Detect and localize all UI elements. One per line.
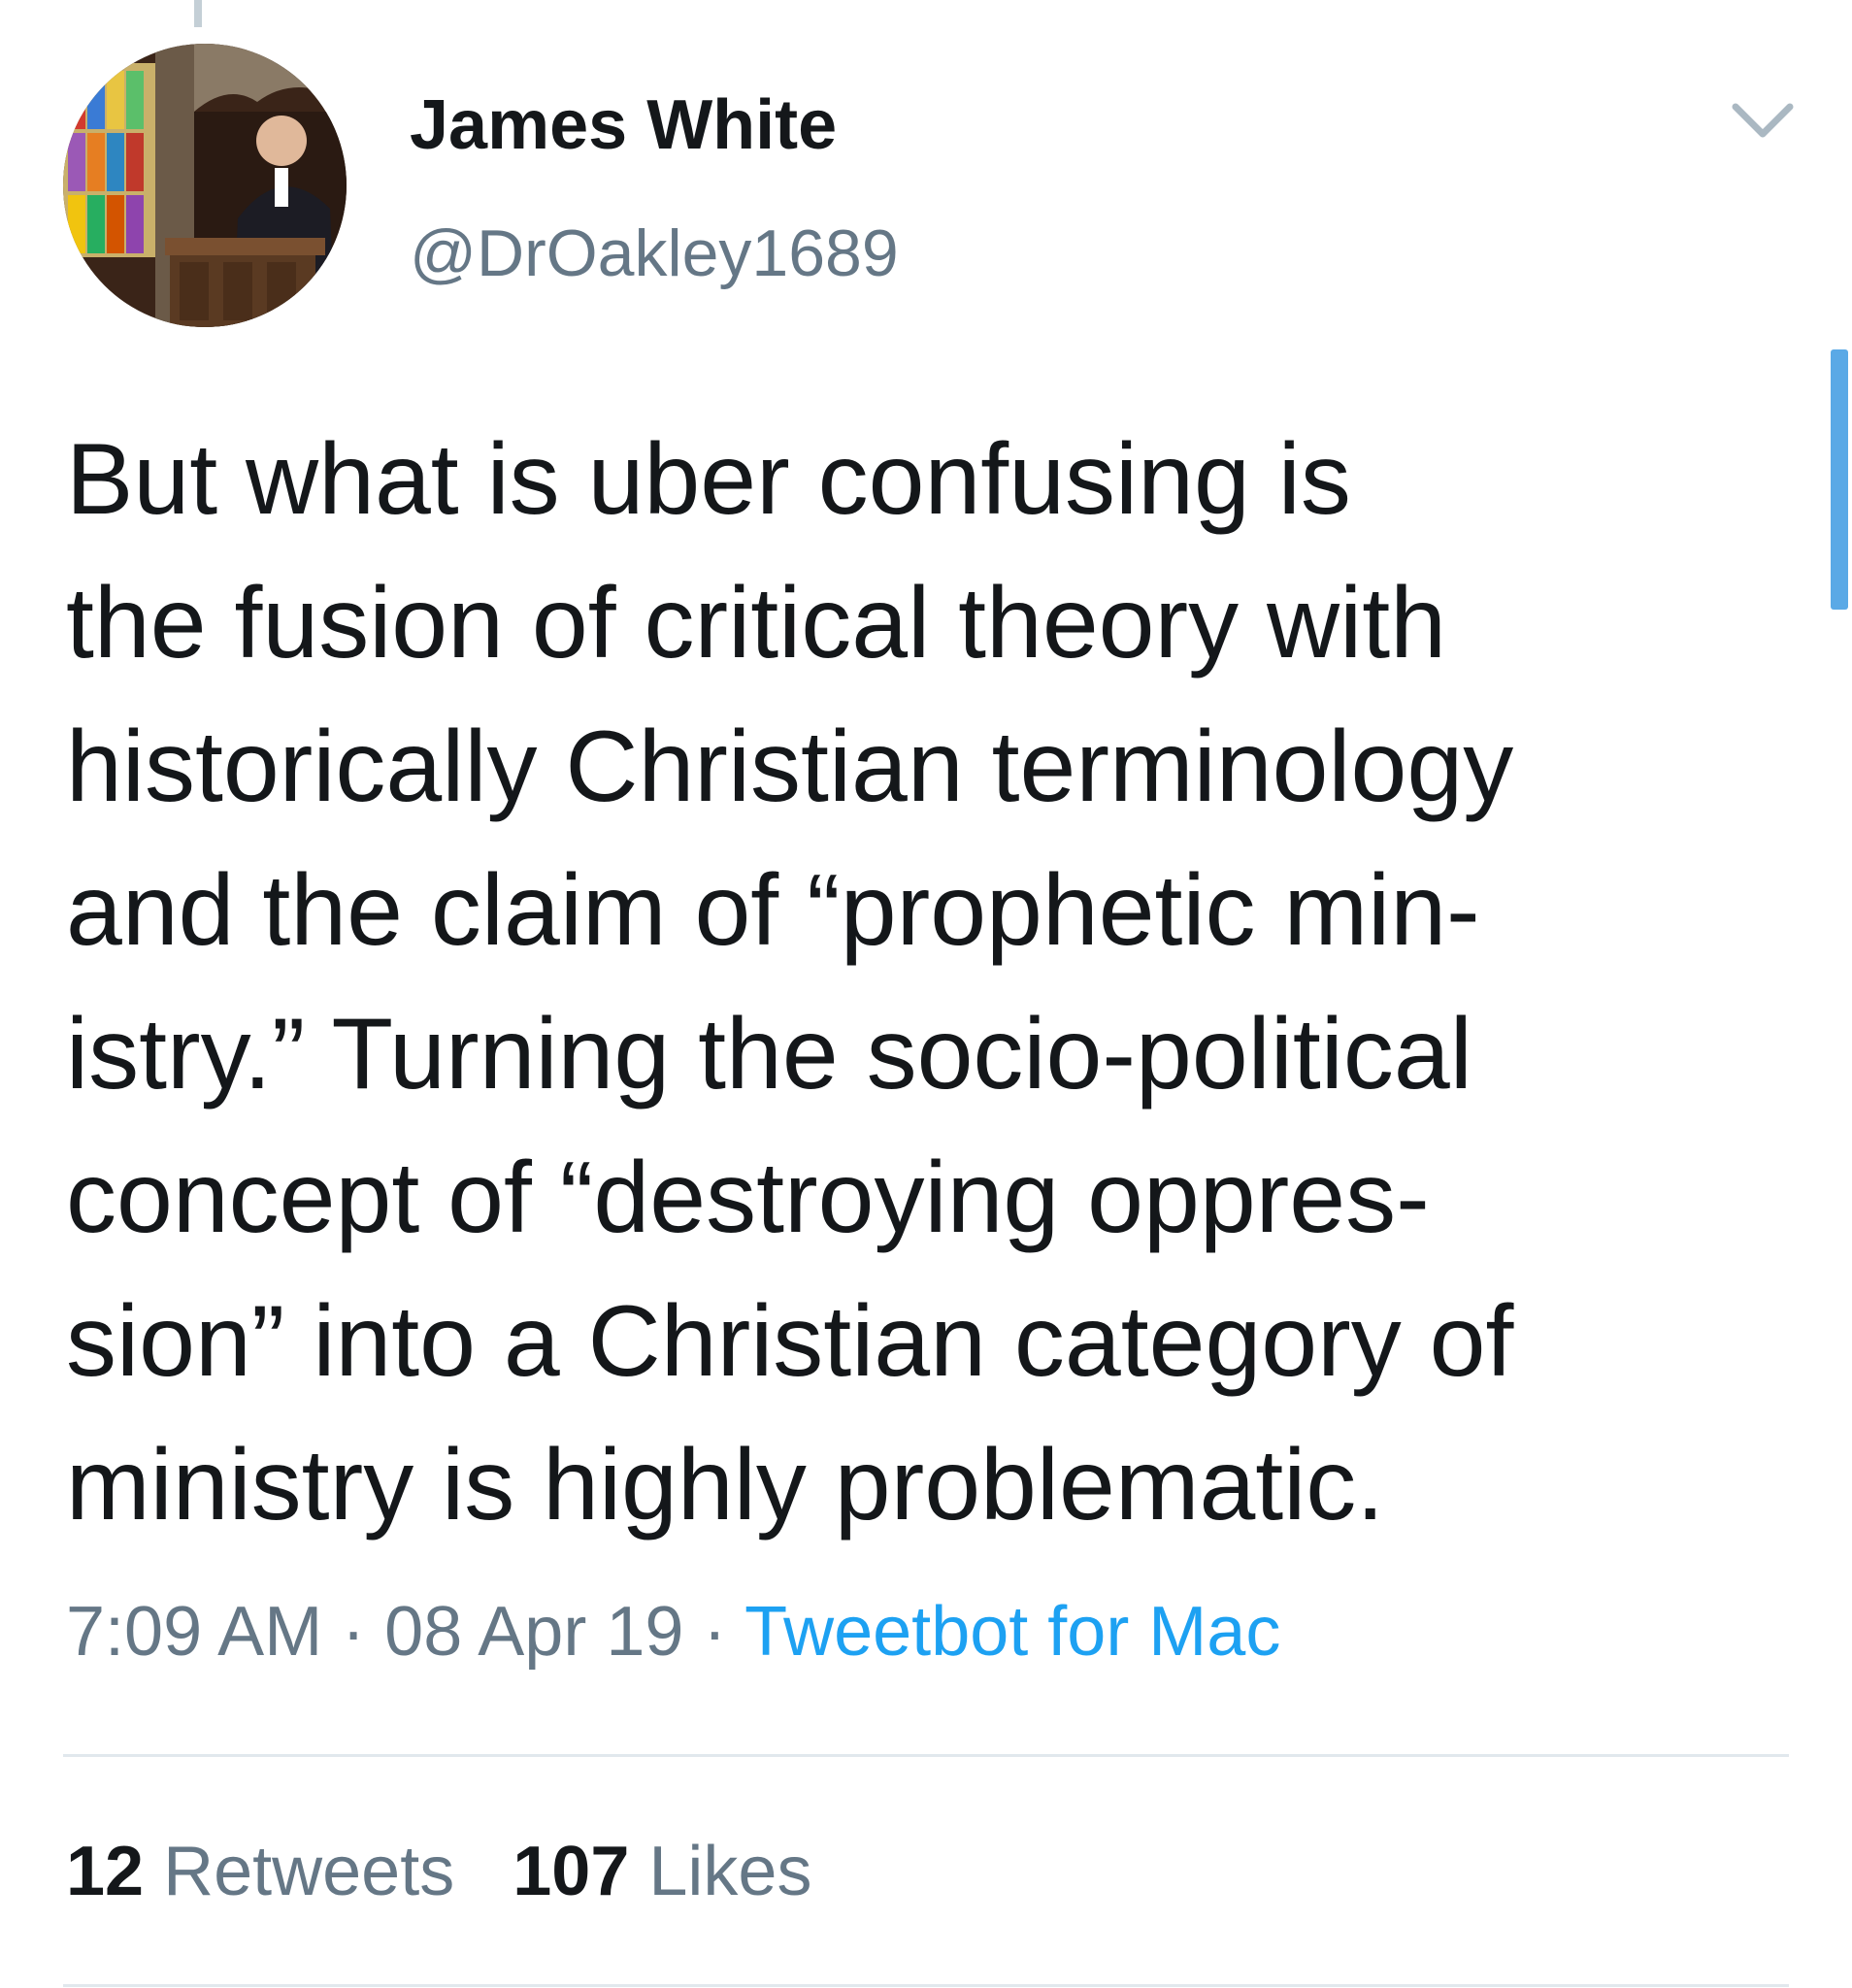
meta-separator: · bbox=[322, 1593, 385, 1671]
tweet-line: ministry is highly problematic. bbox=[66, 1429, 1385, 1541]
tweet-line: the fusion of critical theory with bbox=[66, 567, 1446, 679]
tweet-line: But what is uber confusing is bbox=[66, 423, 1351, 536]
tweet-date: 08 Apr 19 bbox=[384, 1593, 684, 1671]
retweets-stat[interactable]: 12 Retweets bbox=[66, 1833, 454, 1910]
meta-separator: · bbox=[683, 1593, 745, 1671]
author-name[interactable]: James White bbox=[410, 85, 837, 165]
likes-count: 107 bbox=[513, 1833, 630, 1910]
tweet-line: and the claim of “prophetic min- bbox=[66, 854, 1480, 967]
retweets-label: Retweets bbox=[144, 1833, 455, 1910]
tweet-metadata: 7:09 AM · 08 Apr 19 · Tweetbot for Mac bbox=[66, 1592, 1280, 1672]
thread-connector-line bbox=[194, 0, 202, 27]
tweet-line: istry.” Turning the socio-political bbox=[66, 998, 1472, 1110]
retweets-count: 12 bbox=[66, 1833, 145, 1910]
tweet-line: sion” into a Christian category of bbox=[66, 1285, 1514, 1398]
tweet-time: 7:09 AM bbox=[66, 1593, 323, 1671]
tweet-source-link[interactable]: Tweetbot for Mac bbox=[744, 1593, 1280, 1671]
likes-stat[interactable]: 107 Likes bbox=[513, 1833, 811, 1910]
likes-label: Likes bbox=[629, 1833, 812, 1910]
avatar[interactable] bbox=[63, 44, 347, 327]
tweet-line: concept of “destroying oppres- bbox=[66, 1142, 1430, 1254]
tweet-stats: 12 Retweets 107 Likes bbox=[66, 1832, 811, 1911]
author-handle[interactable]: @DrOakley1689 bbox=[410, 215, 899, 291]
chevron-down-icon[interactable] bbox=[1730, 97, 1796, 146]
avatar-photo bbox=[63, 44, 347, 327]
divider bbox=[63, 1754, 1789, 1757]
tweet-line: historically Christian terminology bbox=[66, 711, 1514, 823]
scrollbar-thumb[interactable] bbox=[1831, 349, 1848, 610]
divider bbox=[63, 1984, 1789, 1987]
tweet-text: But what is uber confusing is the fusion… bbox=[66, 408, 1784, 1557]
